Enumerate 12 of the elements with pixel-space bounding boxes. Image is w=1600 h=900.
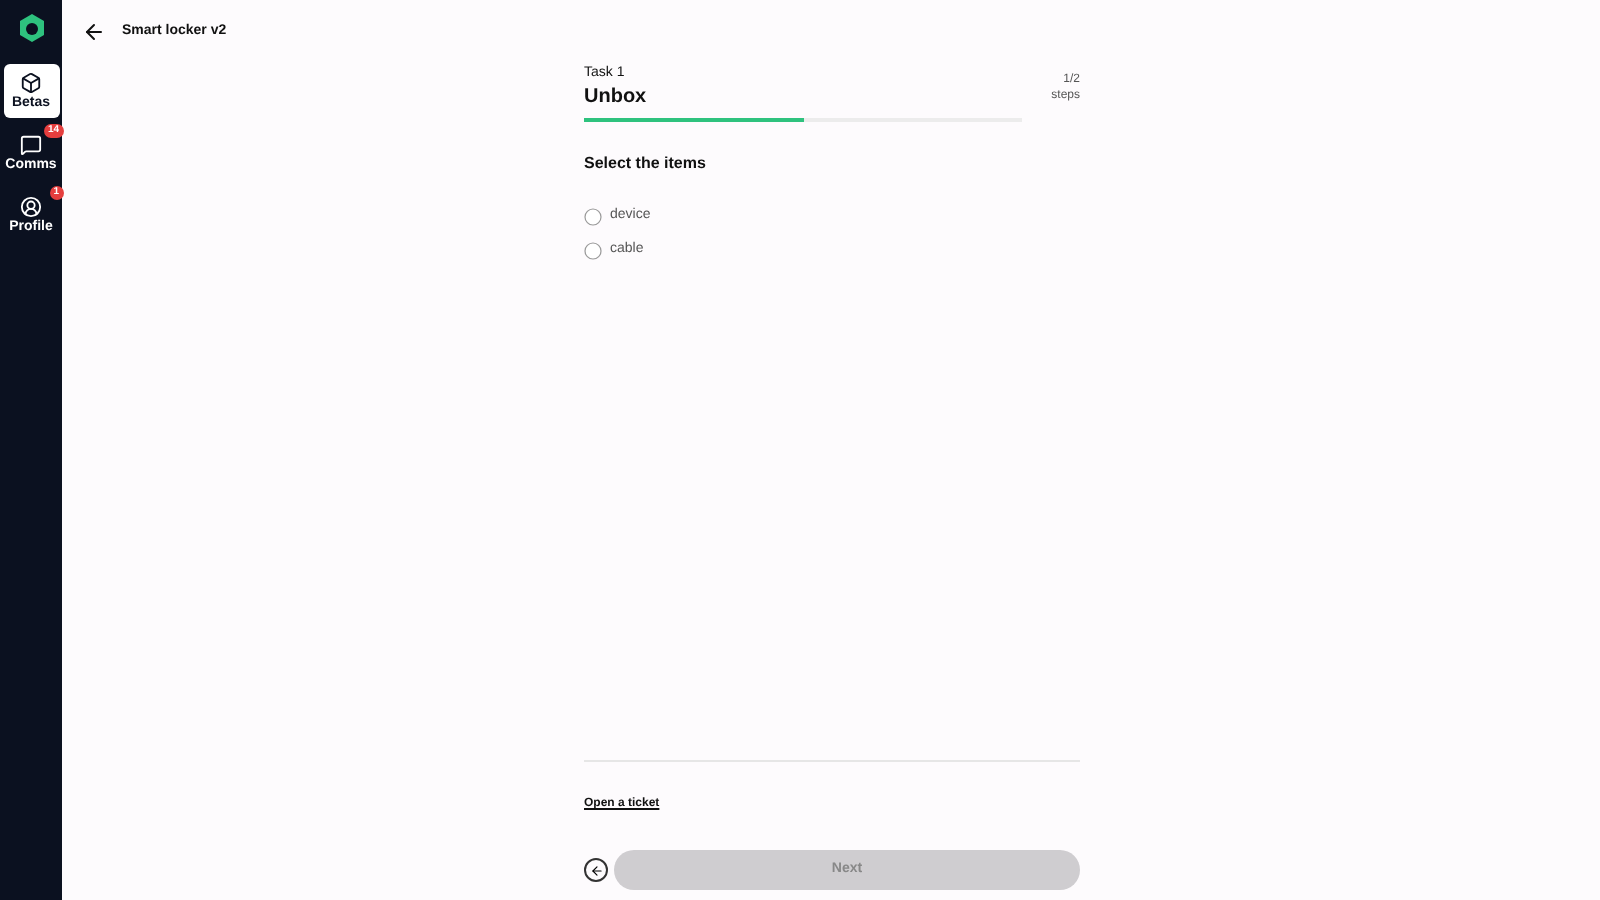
cube-icon [20, 71, 42, 93]
task-title: Unbox [584, 84, 649, 110]
previous-button[interactable] [584, 858, 608, 882]
logo-icon [17, 12, 45, 44]
radio-button[interactable] [584, 207, 602, 225]
user-icon [20, 195, 42, 217]
question: Select the items [584, 152, 708, 176]
back-button[interactable] [82, 20, 106, 44]
chat-icon [20, 133, 42, 155]
radio-button[interactable] [584, 241, 602, 259]
arrow-left-icon [82, 20, 106, 44]
arrow-left-icon [589, 863, 603, 877]
